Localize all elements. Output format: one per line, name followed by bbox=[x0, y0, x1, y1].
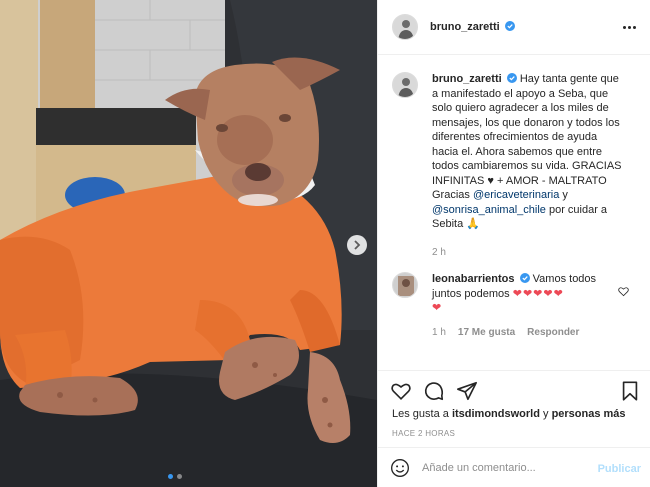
comment-time[interactable]: 1 h bbox=[432, 326, 446, 341]
likes-others-link[interactable]: personas más bbox=[552, 408, 626, 420]
action-bar bbox=[378, 370, 650, 410]
comment-icon[interactable] bbox=[423, 380, 445, 402]
carousel-dot-active bbox=[168, 474, 173, 479]
likes-summary: Les gusta a itsdimondsworld y personas m… bbox=[392, 408, 626, 420]
caption-line: a manifestado el apoyo a Seba, que bbox=[432, 87, 609, 100]
reply-button[interactable]: Responder bbox=[527, 326, 579, 341]
comment-input[interactable] bbox=[422, 461, 582, 474]
caption-line: solo quiero agradecer a los miles de bbox=[432, 102, 609, 114]
dog-photo-illustration bbox=[0, 0, 377, 487]
emoji-icon[interactable] bbox=[390, 458, 410, 478]
post-photo[interactable] bbox=[0, 0, 377, 487]
verified-badge-icon bbox=[504, 21, 515, 31]
caption-line: todos cambiaremos su vida. GRACIAS bbox=[432, 160, 622, 172]
comment-body: Vamos todos bbox=[532, 273, 597, 285]
likes-prefix: Les gusta a bbox=[392, 408, 449, 420]
comment-hearts: ❤ bbox=[432, 302, 443, 314]
mention-link[interactable]: @sonrisa_animal_chile bbox=[432, 204, 546, 216]
author-username[interactable]: bruno_zaretti bbox=[430, 21, 515, 33]
author-avatar[interactable] bbox=[392, 14, 418, 40]
caption-author-avatar[interactable] bbox=[392, 72, 418, 98]
comment-meta: 1 h 17 Me gusta Responder bbox=[432, 326, 624, 341]
caption-line: Hay tanta gente que bbox=[519, 73, 619, 85]
comment-hearts: ❤❤❤❤❤ bbox=[512, 287, 564, 300]
caption-line: diferentes ofrecimientos de ayuda bbox=[432, 131, 598, 143]
commenter-avatar[interactable] bbox=[392, 272, 418, 298]
comments-section: bruno_zaretti Hay tanta gente que a mani… bbox=[378, 56, 650, 370]
caption-line: mensajes, los que donaron y todos los bbox=[432, 116, 620, 129]
publish-button[interactable]: Publicar bbox=[598, 463, 641, 475]
caption-meta: 2 h bbox=[432, 246, 624, 261]
post-header: bruno_zaretti bbox=[378, 0, 650, 55]
carousel-dot bbox=[177, 474, 182, 479]
caption-time[interactable]: 2 h bbox=[432, 246, 446, 261]
caption-line: Sebita 🙏 bbox=[432, 218, 480, 230]
comment-text: leonabarrientos Vamos todos juntos podem… bbox=[432, 272, 624, 340]
bookmark-icon[interactable] bbox=[619, 380, 641, 402]
comment-likes[interactable]: 17 Me gusta bbox=[458, 326, 515, 341]
heart-icon[interactable] bbox=[390, 380, 412, 402]
next-slide-button[interactable] bbox=[347, 235, 367, 255]
liker-username[interactable]: itsdimondsworld bbox=[452, 408, 540, 420]
caption-author-username[interactable]: bruno_zaretti bbox=[432, 73, 502, 85]
author-username-text[interactable]: bruno_zaretti bbox=[430, 21, 500, 33]
likes-connector: y bbox=[543, 408, 549, 420]
caption: bruno_zaretti Hay tanta gente que a mani… bbox=[392, 72, 637, 260]
verified-badge-icon bbox=[506, 73, 517, 83]
carousel-indicator bbox=[168, 474, 182, 479]
caption-text: bruno_zaretti Hay tanta gente que a mani… bbox=[432, 72, 624, 260]
comment-composer: Publicar bbox=[378, 447, 650, 487]
caption-line: INFINITAS ♥ + AMOR - MALTRATO bbox=[432, 174, 607, 187]
caption-line: hacia el. Ahora sabemos que entre bbox=[432, 145, 603, 158]
caption-line: y bbox=[562, 189, 568, 201]
share-icon[interactable] bbox=[456, 380, 478, 402]
comment-body: juntos podemos bbox=[432, 287, 510, 300]
verified-badge-icon bbox=[519, 273, 530, 283]
more-options-icon[interactable] bbox=[623, 22, 637, 32]
caption-line: Gracias bbox=[432, 189, 470, 201]
post-timestamp[interactable]: HACE 2 HORAS bbox=[392, 429, 455, 438]
comment-like-heart-icon[interactable] bbox=[618, 286, 629, 297]
commenter-username[interactable]: leonabarrientos bbox=[432, 273, 515, 285]
next-arrow-icon bbox=[354, 240, 361, 250]
caption-line: por cuidar a bbox=[548, 203, 608, 216]
comment-item: leonabarrientos Vamos todos juntos podem… bbox=[392, 272, 637, 340]
mention-link[interactable]: @ericaveterinaria bbox=[473, 189, 559, 201]
post-details-panel: bruno_zaretti bruno_zaretti Hay tanta ge… bbox=[377, 0, 650, 487]
